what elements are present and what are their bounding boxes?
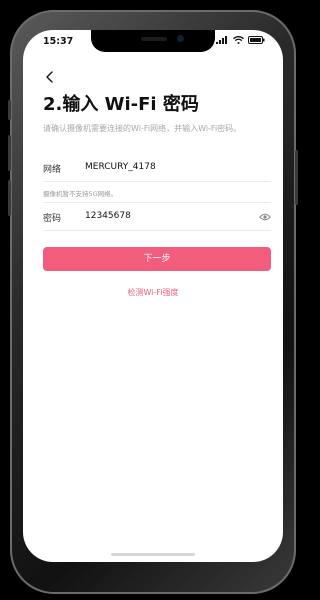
network-hint: 摄像机暂不支持5G网络。 [43, 190, 118, 198]
volume-down-button [8, 180, 11, 216]
screen: 15:37 2.输入 Wi-Fi 密码 请确认摄像机需要连接的Wi-Fi网络，并… [23, 30, 283, 562]
status-time: 15:37 [43, 36, 74, 47]
status-icons [216, 36, 265, 44]
next-button[interactable]: 下一步 [43, 247, 271, 271]
battery-icon [248, 36, 265, 44]
signal-icon [216, 36, 227, 44]
speaker [141, 37, 167, 41]
divider [43, 202, 271, 203]
front-camera [177, 35, 184, 42]
mute-switch [8, 100, 11, 120]
network-label: 网络 [43, 165, 62, 175]
network-row[interactable]: 网络 MERCURY_4178 [43, 156, 271, 180]
wifi-icon [233, 36, 244, 44]
divider [43, 230, 271, 231]
password-input[interactable]: 12345678 [85, 211, 131, 221]
password-row[interactable]: 密码 12345678 [43, 205, 271, 229]
chevron-left-icon[interactable] [43, 70, 57, 84]
password-label: 密码 [43, 214, 62, 224]
home-indicator[interactable] [111, 553, 195, 556]
detect-wifi-strength-link[interactable]: 检测Wi-Fi强度 [23, 287, 283, 298]
power-button [295, 150, 298, 205]
notch [91, 30, 215, 52]
page-description: 请确认摄像机需要连接的Wi-Fi网络，并输入Wi-Fi密码。 [43, 124, 242, 133]
volume-up-button [8, 135, 11, 171]
divider [43, 181, 271, 182]
eye-icon[interactable] [259, 212, 271, 222]
network-value[interactable]: MERCURY_4178 [85, 162, 156, 172]
page-title: 2.输入 Wi-Fi 密码 [43, 94, 199, 115]
